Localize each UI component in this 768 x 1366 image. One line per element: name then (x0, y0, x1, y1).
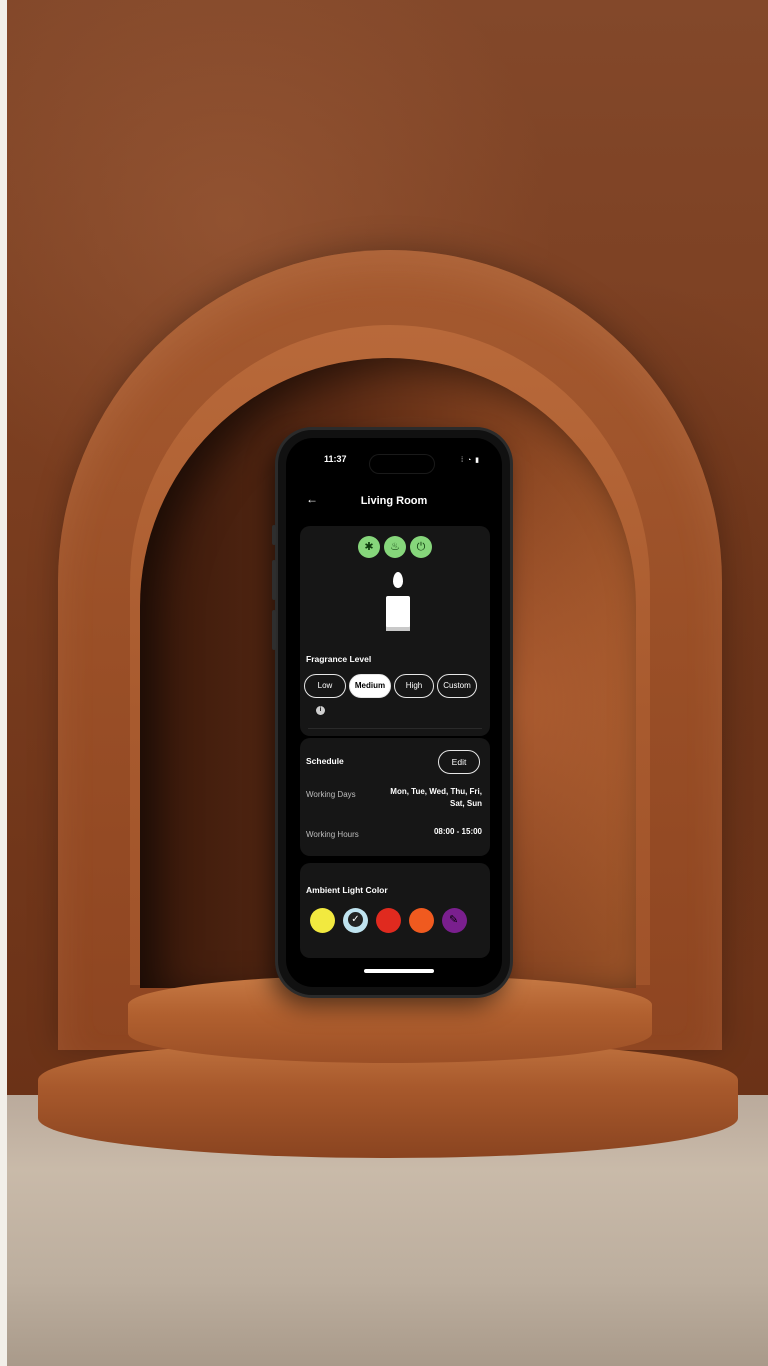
color-swatch-orange[interactable] (409, 908, 434, 933)
dynamic-island (370, 455, 434, 473)
working-days-label: Working Days (306, 790, 356, 799)
flame-icon (393, 572, 403, 588)
working-hours-label: Working Hours (306, 830, 359, 839)
working-hours-value: 08:00 - 15:00 (433, 827, 482, 836)
color-swatch-red[interactable] (376, 908, 401, 933)
pencil-icon: ✎ (449, 914, 459, 926)
color-swatch-lightblue[interactable] (343, 908, 368, 933)
nav-bar: ← Living Room (286, 492, 502, 514)
lamp-icon[interactable]: ♨ (384, 536, 406, 558)
ambient-light-title: Ambient Light Color (306, 885, 388, 895)
status-bar: 11:37 ⁞ ◔ ▮ (286, 438, 502, 473)
left-edge-strip (0, 0, 7, 1366)
schedule-card: Schedule Edit Working Days Mon, Tue, Wed… (300, 738, 490, 856)
device-card: ✱ ♨ ⏻ Fragrance Level Low Medium High Cu… (300, 526, 490, 736)
page-title: Living Room (360, 495, 428, 507)
volume-up-button (272, 560, 276, 600)
diffuser-base (386, 627, 410, 631)
schedule-title: Schedule (306, 756, 344, 766)
bluetooth-icon[interactable]: ✱ (358, 536, 380, 558)
ambient-light-card: Ambient Light Color ✎ (300, 863, 490, 958)
home-indicator[interactable] (364, 969, 434, 973)
phone-screen: 11:37 ⁞ ◔ ▮ ← Living Room ✱ ♨ ⏻ Fragranc… (286, 438, 502, 987)
color-swatch-yellow[interactable] (310, 908, 335, 933)
working-days-value: Mon, Tue, Wed, Thu, Fri, Sat, Sun (390, 787, 482, 808)
status-icons: ⁞ ◔ ▮ (461, 457, 480, 464)
fragrance-low-button[interactable]: Low (304, 674, 346, 698)
diffuser-body (386, 596, 410, 628)
fragrance-level-label: Fragrance Level (306, 654, 372, 664)
fragrance-custom-button[interactable]: Custom (437, 674, 477, 698)
mute-switch (272, 525, 276, 545)
smartphone: 11:37 ⁞ ◔ ▮ ← Living Room ✱ ♨ ⏻ Fragranc… (272, 430, 510, 995)
volume-down-button (272, 610, 276, 650)
info-icon[interactable]: i (316, 706, 325, 715)
diffuser-illustration (384, 572, 414, 634)
status-time: 11:37 (324, 454, 347, 464)
fragrance-level-selector: Low Medium High Custom (304, 674, 477, 698)
divider (308, 728, 482, 729)
color-swatches: ✎ (310, 908, 467, 933)
color-swatch-purple[interactable]: ✎ (442, 908, 467, 933)
fragrance-high-button[interactable]: High (394, 674, 434, 698)
fragrance-medium-button[interactable]: Medium (349, 674, 391, 698)
power-icon[interactable]: ⏻ (410, 536, 432, 558)
schedule-edit-button[interactable]: Edit (438, 750, 480, 774)
device-status-icons: ✱ ♨ ⏻ (358, 536, 432, 558)
